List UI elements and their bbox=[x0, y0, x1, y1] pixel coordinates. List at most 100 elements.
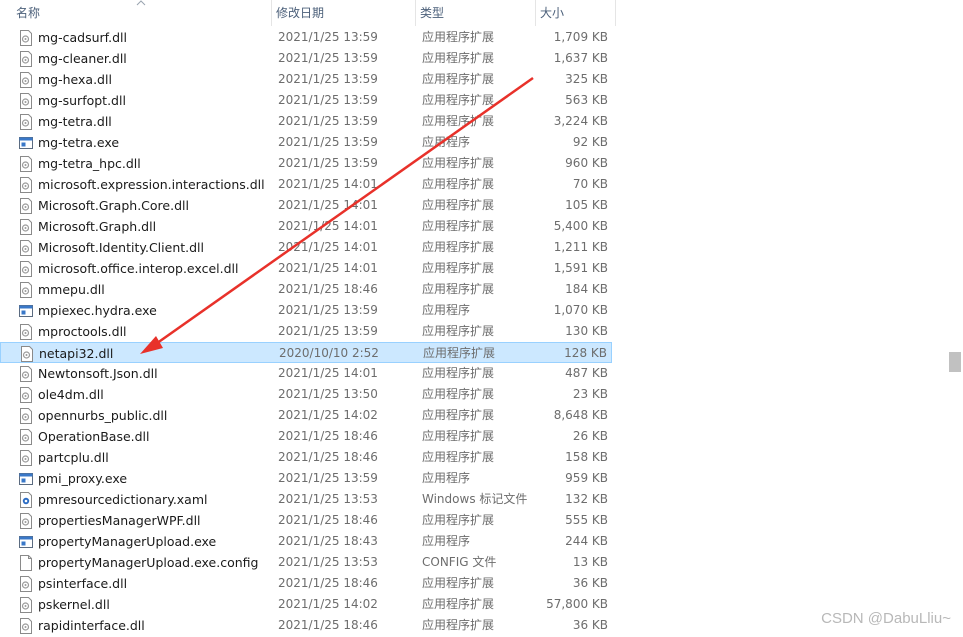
file-date: 2021/1/25 13:59 bbox=[278, 156, 378, 170]
file-name: propertyManagerUpload.exe bbox=[38, 534, 217, 549]
file-name: mg-tetra.exe bbox=[38, 135, 120, 150]
file-row[interactable]: mg-tetra.exe 2021/1/25 13:59 应用程序 92 KB bbox=[0, 132, 612, 153]
file-type: 应用程序 bbox=[422, 534, 471, 548]
file-row[interactable]: mmepu.dll 2021/1/25 18:46 应用程序扩展 184 KB bbox=[0, 279, 612, 300]
file-row[interactable]: mg-surfopt.dll 2021/1/25 13:59 应用程序扩展 563 K… bbox=[0, 90, 612, 111]
file-type: 应用程序扩展 bbox=[422, 366, 495, 380]
dll-icon bbox=[19, 429, 33, 445]
file-row[interactable]: Newtonsoft.Json.dll 2021/1/25 14:01 应用程序扩展… bbox=[0, 363, 612, 384]
file-name: mg-cleaner.dll bbox=[38, 51, 127, 66]
file-type: 应用程序扩展 bbox=[422, 177, 495, 191]
file-name: opennurbs_public.dll bbox=[38, 408, 168, 423]
file-size: 563 KB bbox=[565, 93, 608, 107]
column-header: 名称 修改日期 类型 大小 bbox=[0, 0, 963, 27]
file-row[interactable]: Microsoft.Graph.dll 2021/1/25 14:01 应用程序扩展… bbox=[0, 216, 612, 237]
file-size: 92 KB bbox=[572, 135, 608, 149]
file-row-selected[interactable]: netapi32.dll 2020/10/10 2:52 应用程序扩展 128 KB bbox=[0, 342, 612, 363]
file-date: 2021/1/25 13:53 bbox=[278, 492, 378, 506]
column-type-header[interactable]: 类型 bbox=[416, 0, 536, 26]
file-row[interactable]: mg-cleaner.dll 2021/1/25 13:59 应用程序扩展 1,637… bbox=[0, 48, 612, 69]
file-date: 2021/1/25 18:43 bbox=[278, 534, 378, 548]
file-name: psinterface.dll bbox=[38, 576, 128, 591]
file-name: mg-hexa.dll bbox=[38, 72, 112, 87]
file-row[interactable]: pmi_proxy.exe 2021/1/25 13:59 应用程序 959 KB bbox=[0, 468, 612, 489]
file-row[interactable]: mproctools.dll 2021/1/25 13:59 应用程序扩展 130 K… bbox=[0, 321, 612, 342]
file-row[interactable]: propertiesManagerWPF.dll 2021/1/25 18:46 应… bbox=[0, 510, 612, 531]
file-row[interactable]: psinterface.dll 2021/1/25 18:46 应用程序扩展 36 K… bbox=[0, 573, 612, 594]
file-date: 2021/1/25 13:59 bbox=[278, 471, 378, 485]
file-size: 23 KB bbox=[572, 387, 608, 401]
file-date: 2021/1/25 18:46 bbox=[278, 282, 378, 296]
file-row[interactable]: propertyManagerUpload.exe 2021/1/25 18:43… bbox=[0, 531, 612, 552]
file-size: 244 KB bbox=[565, 534, 608, 548]
column-date-header[interactable]: 修改日期 bbox=[272, 0, 416, 26]
file-date: 2021/1/25 13:59 bbox=[278, 324, 378, 338]
scrollbar-thumb[interactable] bbox=[949, 352, 961, 372]
file-name: Newtonsoft.Json.dll bbox=[38, 366, 158, 381]
file-type: 应用程序扩展 bbox=[422, 513, 495, 527]
file-date: 2021/1/25 14:01 bbox=[278, 177, 378, 191]
file-type: 应用程序扩展 bbox=[422, 156, 495, 170]
file-name: mg-cadsurf.dll bbox=[38, 30, 128, 45]
file-date: 2021/1/25 14:01 bbox=[278, 261, 378, 275]
file-name: Microsoft.Identity.Client.dll bbox=[38, 240, 204, 255]
column-size-header[interactable]: 大小 bbox=[536, 0, 616, 26]
file-row[interactable]: microsoft.office.interop.excel.dll 2021/1… bbox=[0, 258, 612, 279]
file-row[interactable]: mg-tetra_hpc.dll 2021/1/25 13:59 应用程序扩展 960… bbox=[0, 153, 612, 174]
file-type: 应用程序扩展 bbox=[422, 72, 495, 86]
file-row[interactable]: opennurbs_public.dll 2021/1/25 14:02 应用程序扩… bbox=[0, 405, 612, 426]
file-size: 13 KB bbox=[572, 555, 608, 569]
file-date: 2021/1/25 13:59 bbox=[278, 51, 378, 65]
file-name: Microsoft.Graph.Core.dll bbox=[38, 198, 189, 213]
file-row[interactable]: propertyManagerUpload.exe.config 2021/1/2… bbox=[0, 552, 612, 573]
file-type: 应用程序扩展 bbox=[423, 346, 496, 360]
file-row[interactable]: Microsoft.Graph.Core.dll 2021/1/25 14:01 应… bbox=[0, 195, 612, 216]
file-row[interactable]: pmresourcedictionary.xaml 2021/1/25 13:53… bbox=[0, 489, 612, 510]
file-size: 5,400 KB bbox=[553, 219, 608, 233]
dll-icon bbox=[19, 72, 33, 88]
dll-icon bbox=[19, 408, 33, 424]
file-name: propertiesManagerWPF.dll bbox=[38, 513, 201, 528]
dll-icon bbox=[19, 324, 33, 340]
file-size: 158 KB bbox=[565, 450, 608, 464]
file-name: mmepu.dll bbox=[38, 282, 105, 297]
file-row[interactable]: partcplu.dll 2021/1/25 18:46 应用程序扩展 158 KB bbox=[0, 447, 612, 468]
file-name: mg-tetra.dll bbox=[38, 114, 112, 129]
file-row[interactable]: mg-tetra.dll 2021/1/25 13:59 应用程序扩展 3,224 K… bbox=[0, 111, 612, 132]
file-type: 应用程序扩展 bbox=[422, 429, 495, 443]
file-row[interactable]: OperationBase.dll 2021/1/25 18:46 应用程序扩展 26… bbox=[0, 426, 612, 447]
file-type: 应用程序扩展 bbox=[422, 597, 495, 611]
file-date: 2021/1/25 14:02 bbox=[278, 597, 378, 611]
file-row[interactable]: ole4dm.dll 2021/1/25 13:50 应用程序扩展 23 KB bbox=[0, 384, 612, 405]
file-size: 70 KB bbox=[572, 177, 608, 191]
watermark: CSDN @DabuLliu~ bbox=[821, 610, 951, 627]
file-date: 2021/1/25 13:53 bbox=[278, 555, 378, 569]
file-type: 应用程序扩展 bbox=[422, 324, 495, 338]
file-row[interactable]: mpiexec.hydra.exe 2021/1/25 13:59 应用程序 1,07… bbox=[0, 300, 612, 321]
dll-icon bbox=[19, 387, 33, 403]
file-type: 应用程序扩展 bbox=[422, 387, 495, 401]
file-type: 应用程序扩展 bbox=[422, 30, 495, 44]
file-size: 1,211 KB bbox=[553, 240, 608, 254]
file-type: 应用程序 bbox=[422, 471, 471, 485]
vertical-scrollbar[interactable] bbox=[946, 0, 963, 633]
file-row[interactable]: Microsoft.Identity.Client.dll 2021/1/25 1… bbox=[0, 237, 612, 258]
dll-icon bbox=[19, 282, 33, 298]
exe-icon bbox=[19, 135, 33, 151]
file-date: 2021/1/25 13:59 bbox=[278, 114, 378, 128]
file-date: 2021/1/25 13:59 bbox=[278, 93, 378, 107]
dll-icon bbox=[19, 30, 33, 46]
file-date: 2021/1/25 18:46 bbox=[278, 429, 378, 443]
file-row[interactable]: microsoft.expression.interactions.dll 202… bbox=[0, 174, 612, 195]
file-name: pmresourcedictionary.xaml bbox=[38, 492, 208, 507]
file-icon bbox=[19, 555, 33, 571]
file-row[interactable]: mg-cadsurf.dll 2021/1/25 13:59 应用程序扩展 1,709… bbox=[0, 27, 612, 48]
file-date: 2021/1/25 14:02 bbox=[278, 408, 378, 422]
file-date: 2021/1/25 13:59 bbox=[278, 303, 378, 317]
file-type: Windows 标记文件 bbox=[422, 492, 528, 506]
file-row[interactable]: mg-hexa.dll 2021/1/25 13:59 应用程序扩展 325 KB bbox=[0, 69, 612, 90]
file-name: mg-tetra_hpc.dll bbox=[38, 156, 141, 171]
file-row[interactable]: pskernel.dll 2021/1/25 14:02 应用程序扩展 57,800 … bbox=[0, 594, 612, 615]
file-size: 1,070 KB bbox=[553, 303, 608, 317]
exe-icon bbox=[19, 534, 33, 550]
